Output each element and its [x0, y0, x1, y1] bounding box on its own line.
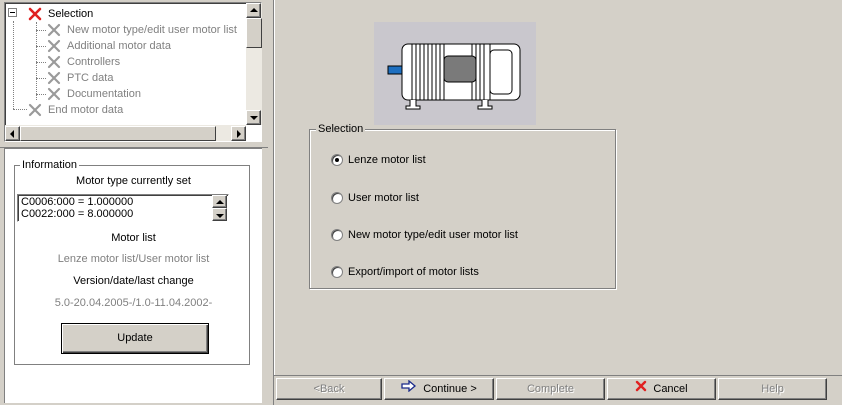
update-button[interactable]: Update — [61, 323, 209, 354]
radio-button[interactable] — [331, 229, 343, 241]
scroll-down-button[interactable] — [246, 110, 261, 125]
cancel-button-label: Cancel — [653, 383, 688, 395]
help-button[interactable]: Help — [718, 378, 827, 400]
motor-type-line: C0006:000 = 1.000000 — [21, 196, 134, 208]
continue-button[interactable]: Continue > — [384, 378, 494, 400]
scroll-right-button[interactable] — [231, 126, 246, 141]
tree-item-label: New motor type/edit user motor list — [67, 24, 237, 36]
radio-button[interactable] — [331, 154, 343, 166]
motor-type-line: C0022:000 = 8.000000 — [21, 208, 134, 220]
tree-item-label: Documentation — [67, 88, 141, 100]
gray-x-icon — [47, 39, 61, 53]
motor-illustration — [374, 22, 536, 125]
back-button-label: <Back — [313, 383, 345, 395]
information-panel: Information Motor type currently set C00… — [4, 148, 262, 403]
motor-tree-view[interactable]: Selection New motor type/edit user motor… — [4, 2, 262, 142]
continue-button-label: Continue > — [423, 383, 477, 395]
back-button[interactable]: <Back — [276, 378, 382, 400]
tree-connector — [36, 94, 46, 95]
radio-button[interactable] — [331, 266, 343, 278]
tree-item-label: Additional motor data — [67, 40, 171, 52]
red-x-icon — [28, 7, 42, 21]
radio-label: Lenze motor list — [348, 154, 426, 166]
scroll-thumb[interactable] — [246, 18, 262, 48]
tree-item-label: PTC data — [67, 72, 114, 84]
tree-connector — [36, 46, 46, 47]
tree-connector — [13, 109, 27, 110]
cancel-button[interactable]: Cancel — [607, 378, 716, 400]
gray-x-icon — [28, 103, 42, 117]
tree-connector — [36, 30, 46, 31]
gray-x-icon — [47, 23, 61, 37]
tree-connector — [36, 78, 46, 79]
tree-connector — [13, 21, 14, 109]
gray-x-icon — [47, 55, 61, 69]
information-title: Information — [20, 159, 80, 172]
tree-item-label: End motor data — [48, 104, 124, 116]
motor-type-list[interactable]: C0006:000 = 1.000000 C0022:000 = 8.00000… — [17, 194, 229, 222]
motor-list-label: Motor list — [111, 232, 156, 244]
list-scroll-down-button[interactable] — [212, 208, 227, 221]
complete-button[interactable]: Complete — [496, 378, 605, 400]
version-value: 5.0-20.04.2005-/1.0-11.04.2002- — [54, 297, 213, 309]
tree-connector — [36, 22, 37, 100]
list-scroll-up-button[interactable] — [212, 195, 227, 208]
red-x-icon — [635, 379, 647, 399]
radio-button[interactable] — [331, 192, 343, 204]
scroll-thumb[interactable] — [20, 126, 216, 141]
gray-x-icon — [47, 71, 61, 85]
complete-button-label: Complete — [526, 383, 575, 395]
gray-x-icon — [47, 87, 61, 101]
motor-list-value: Lenze motor list/User motor list — [57, 253, 210, 265]
scroll-up-button[interactable] — [246, 3, 261, 18]
tree-item-label: Controllers — [67, 56, 121, 68]
radio-label: New motor type/edit user motor list — [348, 229, 518, 241]
tree-connector — [36, 62, 46, 63]
arrow-right-icon — [401, 379, 417, 399]
version-label: Version/date/last change — [73, 275, 194, 287]
selection-title: Selection — [316, 123, 366, 136]
radio-label: User motor list — [348, 192, 419, 204]
help-button-label: Help — [761, 383, 784, 395]
tree-item-label: Selection — [48, 8, 94, 20]
radio-label: Export/import of motor lists — [348, 266, 479, 278]
motor-type-label: Motor type currently set — [76, 175, 191, 187]
tree-collapse-toggle[interactable] — [8, 8, 17, 17]
scroll-left-button[interactable] — [5, 126, 20, 141]
